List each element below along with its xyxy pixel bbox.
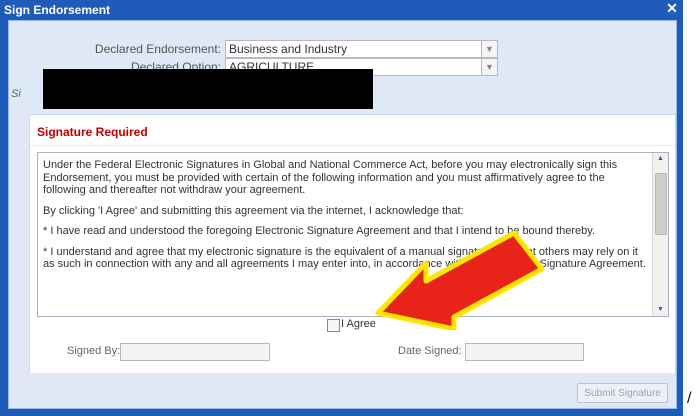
sign-endorsement-dialog: Sign Endorsement ✕ Declared Endorsement:… [0,0,683,416]
agreement-paragraph: Under the Federal Electronic Signatures … [43,159,618,196]
close-x-icon[interactable]: ✕ [665,1,679,15]
scrollbar-thumb[interactable] [655,173,667,235]
panel-divider [30,145,675,146]
i-agree-checkbox[interactable] [327,319,340,332]
dialog-footer: Submit Signature [8,373,677,409]
agreement-paragraph: * I have read and understood the foregoi… [43,225,596,237]
agreement-text: Under the Federal Electronic Signatures … [43,159,646,279]
declared-endorsement-select[interactable]: Business and Industry ▼ [225,40,498,58]
dialog-left-border [0,20,8,416]
scroll-down-icon[interactable]: ▼ [653,304,668,316]
annotation-arrow-icon [375,230,545,330]
scroll-up-icon[interactable]: ▲ [653,153,668,165]
arrow-shape [375,230,545,330]
signed-by-field [120,343,270,361]
dialog-title: Sign Endorsement [4,3,111,17]
declared-endorsement-label: Declared Endorsement: [94,42,221,56]
dialog-body: Declared Endorsement: Business and Indus… [8,20,677,383]
signature-required-title: Signature Required [37,125,148,139]
agreement-scrollbar[interactable]: ▲ ▼ [652,153,668,316]
trailing-slash-mark: / [687,390,692,407]
agreement-paragraph: By clicking 'I Agree' and submitting thi… [43,204,464,217]
signature-panel: Signature Required Under the Federal Ele… [29,114,676,383]
signed-by-label: Signed By: [67,345,121,357]
status-line-prefix: Si [11,88,21,100]
dialog-titlebar: Sign Endorsement ✕ [0,0,683,20]
i-agree-label: I Agree [341,318,376,330]
redaction-block [43,69,373,109]
date-signed-label: Date Signed: [398,345,462,357]
agreement-textarea[interactable]: Under the Federal Electronic Signatures … [37,152,669,317]
agreement-paragraph: * I understand and agree that my electro… [43,245,646,271]
declared-endorsement-value: Business and Industry [229,42,348,56]
submit-signature-button[interactable]: Submit Signature [577,383,668,403]
chevron-down-icon[interactable]: ▼ [481,41,497,57]
date-signed-field [465,343,584,361]
chevron-down-icon[interactable]: ▼ [481,59,497,75]
